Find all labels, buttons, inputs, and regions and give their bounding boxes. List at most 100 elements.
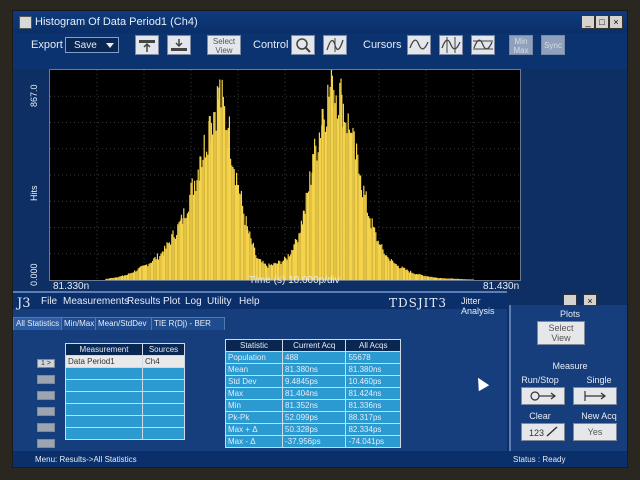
histogram-bin [120, 276, 122, 280]
zoom-in-button[interactable] [135, 35, 159, 55]
histogram-bin [208, 120, 210, 280]
col-sources: Sources [142, 343, 185, 356]
cell-source[interactable] [142, 427, 185, 440]
histogram-bin [377, 240, 379, 280]
menu-measurements[interactable]: Measurements [63, 296, 129, 307]
cell-measurement[interactable]: Data Period1 [65, 355, 143, 368]
histogram-bin [327, 84, 329, 281]
histogram-bin [309, 171, 311, 280]
menu-bar: J3 File Measurements Results Plot Log Ut… [13, 293, 507, 316]
minmax-button[interactable]: Min Max [509, 35, 533, 55]
tab-tie-ber[interactable]: TIE R(Dj) - BER [151, 317, 225, 330]
histogram-bin [192, 194, 194, 280]
cell-measurement[interactable] [65, 379, 143, 392]
histogram-bin [156, 253, 158, 280]
tab-all-statistics[interactable]: All Statistics [13, 317, 63, 330]
save-dropdown[interactable]: Save [65, 37, 119, 53]
table-row[interactable] [65, 403, 185, 416]
zoom-magnifier-button[interactable] [291, 35, 315, 55]
run-stop-button[interactable] [521, 387, 565, 405]
svg-text:123: 123 [529, 428, 544, 438]
histogram-bin [204, 157, 206, 280]
sync-button[interactable]: Sync [541, 35, 565, 55]
histogram-bin [380, 244, 382, 280]
histogram-bin [401, 266, 403, 280]
stat-current: 81.352ns [281, 399, 347, 412]
table-row[interactable] [65, 415, 185, 428]
stat-name: Max - Δ [225, 435, 283, 448]
pan-button[interactable] [323, 35, 347, 55]
histogram-bin [370, 228, 372, 280]
cell-source[interactable] [142, 391, 185, 404]
menu-results[interactable]: Results [127, 296, 160, 307]
menu-help[interactable]: Help [239, 296, 260, 307]
stat-all: 82.334ps [345, 423, 401, 436]
row-button-6[interactable] [37, 439, 55, 448]
histogram-bin [404, 267, 406, 280]
zoom-out-button[interactable] [167, 35, 191, 55]
histogram-bin [400, 267, 402, 280]
cell-source[interactable] [142, 415, 185, 428]
stat-current: 50.328ps [281, 423, 347, 436]
cell-measurement[interactable] [65, 415, 143, 428]
tab-minmax[interactable]: Min/Max [61, 317, 97, 330]
tab-mean-stddev[interactable]: Mean/StdDev [95, 317, 153, 330]
menu-log[interactable]: Log [185, 296, 202, 307]
minimize-button[interactable]: _ [581, 15, 595, 29]
view-label: View [551, 333, 571, 343]
row-button-5[interactable] [37, 423, 55, 432]
stat-name: Pk-Pk [225, 411, 283, 424]
table-row: Std Dev 9.4845ps 10.460ps [225, 375, 401, 388]
histogram-bin [428, 276, 430, 280]
app-icon [19, 16, 32, 29]
table-row[interactable]: Data Period1 Ch4 [65, 355, 185, 368]
row-button-3[interactable] [37, 391, 55, 400]
histogram-bin [249, 231, 251, 280]
cell-source[interactable] [142, 367, 185, 380]
histogram-bin [416, 274, 418, 280]
histogram-bin [148, 263, 150, 280]
histogram-bin [125, 275, 127, 280]
cursor-off-button[interactable] [407, 35, 431, 55]
histogram-bin [442, 278, 444, 280]
histogram-bin [233, 169, 235, 280]
vertical-cursor-button[interactable] [439, 35, 463, 55]
histogram-bin [294, 238, 296, 280]
histogram-plot[interactable] [49, 61, 521, 281]
histogram-bin [381, 244, 383, 280]
new-acq-yes-button[interactable]: Yes [573, 423, 617, 441]
histogram-bin [363, 185, 365, 280]
histogram-bin [388, 261, 390, 280]
maximize-button[interactable]: □ [595, 15, 609, 29]
histogram-bin [124, 275, 126, 280]
horizontal-cursor-button[interactable] [471, 35, 495, 55]
table-row[interactable] [65, 391, 185, 404]
cell-source[interactable]: Ch4 [142, 355, 185, 368]
histogram-bin [159, 256, 161, 280]
table-row[interactable] [65, 367, 185, 380]
side-select-view-button[interactable]: Select View [537, 321, 585, 345]
table-row[interactable] [65, 427, 185, 440]
stat-name: Max + Δ [225, 423, 283, 436]
histogram-bin [386, 255, 388, 280]
cell-measurement[interactable] [65, 391, 143, 404]
histogram-bin [358, 173, 360, 280]
cell-measurement[interactable] [65, 367, 143, 380]
histogram-bin [170, 244, 172, 280]
select-view-button[interactable]: Select View [207, 35, 241, 55]
cell-measurement[interactable] [65, 427, 143, 440]
table-row[interactable] [65, 379, 185, 392]
menu-utility[interactable]: Utility [207, 296, 231, 307]
menu-file[interactable]: File [41, 296, 57, 307]
histogram-bin [422, 275, 424, 280]
row-button-2[interactable] [37, 375, 55, 384]
close-button[interactable]: × [609, 15, 623, 29]
row-button-1[interactable]: 1 > [37, 359, 55, 368]
single-button[interactable] [573, 387, 617, 405]
cell-source[interactable] [142, 403, 185, 416]
cell-source[interactable] [142, 379, 185, 392]
row-button-4[interactable] [37, 407, 55, 416]
clear-button[interactable]: 123 [521, 423, 565, 441]
cell-measurement[interactable] [65, 403, 143, 416]
menu-plot[interactable]: Plot [163, 296, 180, 307]
